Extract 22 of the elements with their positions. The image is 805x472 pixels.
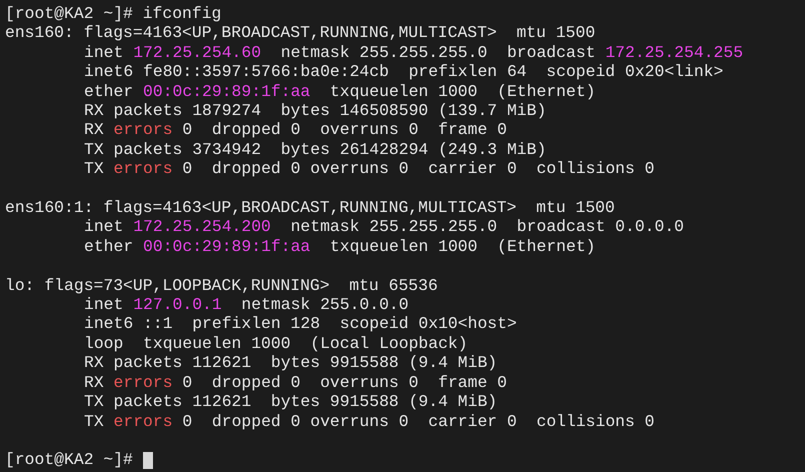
interface-header: ens160: flags=4163<UP,BROADCAST,RUNNING,MULTICAST> mtu 1500 (5, 23, 596, 43)
output-line: inet 127.0.0.1 netmask 255.0.0.0 (84, 295, 409, 314)
output-line: TX packets 3734942 bytes 261428294 (249.3 MiB) (84, 140, 546, 160)
output-line: TX errors 0 dropped 0 overruns 0 carrier 0 collisions 0 (84, 412, 655, 431)
output-line: TX errors 0 dropped 0 overruns 0 carrier 0 collisions 0 (84, 159, 655, 179)
output-line: RX errors 0 dropped 0 overruns 0 frame 0 (84, 372, 507, 392)
interface-header: ens160:1: flags=4163<UP,BROADCAST,RUNNING,MULTICAST> mtu 1500 (5, 198, 615, 218)
output-line: ether 00:0c:29:89:1f:aa txqueuelen 1000 (Ethernet) (84, 236, 596, 256)
output-line: RX errors 0 dropped 0 overruns 0 frame 0 (84, 120, 507, 140)
output-line: inet 172.25.254.60 netmask 255.255.255.0 broadcast 172.25.254.255 (84, 42, 744, 62)
output-line: ether 00:0c:29:89:1f:aa txqueuelen 1000 (Ethernet) (84, 82, 596, 102)
output-line: loop txqueuelen 1000 (Local Loopback) (84, 334, 468, 354)
shell-prompt: [root@KA2 ~]# (5, 450, 133, 470)
cursor-icon (142, 452, 153, 468)
command-line: [root@KA2 ~]# ifconfig (5, 4, 222, 24)
output-line: inet6 fe80::3597:5766:ba0e:24cb prefixlen 64 scopeid 0x20<link> (84, 62, 724, 82)
interface-header: lo: flags=73<UP,LOOPBACK,RUNNING> mtu 65536 (5, 276, 438, 296)
output-line: inet6 ::1 prefixlen 128 scopeid 0x10<host> (84, 314, 517, 334)
output-line: RX packets 1879274 bytes 146508590 (139.7 MiB) (84, 101, 546, 120)
output-line: inet 172.25.254.200 netmask 255.255.255.0 broadcast 0.0.0.0 (84, 217, 684, 237)
output-line: TX packets 112621 bytes 9915588 (9.4 MiB) (84, 392, 498, 412)
output-line: RX packets 112621 bytes 9915588 (9.4 MiB) (84, 353, 498, 373)
